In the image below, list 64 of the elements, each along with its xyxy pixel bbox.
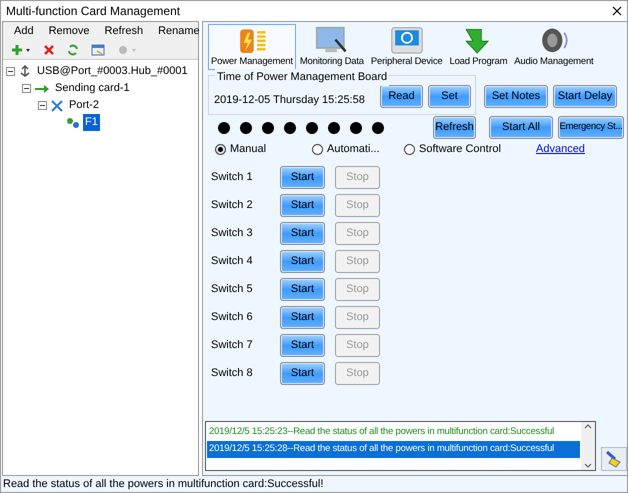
delete-icon[interactable]: [43, 44, 55, 56]
status-text: Read the status of all the powers in multifunction card:Successful!: [3, 476, 324, 492]
time-value: 2019-12-05 Thursday 15:25:58: [214, 92, 365, 108]
menu-item[interactable]: Rename: [158, 23, 200, 40]
start-button[interactable]: Start: [280, 306, 325, 328]
collapse-toggle[interactable]: [6, 67, 15, 76]
switch-label: Switch 5: [210, 282, 254, 297]
read-button[interactable]: Read: [380, 85, 423, 108]
advanced-link[interactable]: Advanced: [536, 141, 585, 158]
start-all-button[interactable]: Start All: [489, 116, 553, 139]
collapse-toggle[interactable]: [22, 84, 31, 93]
log-entry[interactable]: 2019/12/5 15:25:28--Read the status of all the powers in multifunction card:Successful: [207, 441, 580, 458]
log-text: 2019/12/5 15:25:23--Read the status of all the powers in multifunction card:Successful: [209, 425, 554, 440]
switch-label: Switch 6: [210, 310, 254, 325]
tab[interactable]: Power Management: [208, 24, 296, 70]
menu-item[interactable]: Refresh: [104, 23, 144, 40]
tree-item[interactable]: Sending card-1: [53, 80, 132, 97]
emergency-stop-button[interactable]: Emergency St...: [558, 116, 624, 139]
tab[interactable]: Load Program: [446, 24, 510, 70]
tree-item[interactable]: USB@Port_#0003.Hub_#0001: [35, 63, 190, 80]
start-button[interactable]: Start: [280, 362, 325, 384]
window-title: Multi-function Card Management: [6, 3, 180, 20]
window-icon[interactable]: [91, 44, 105, 56]
start-button[interactable]: Start: [280, 250, 325, 272]
tree-item[interactable]: F1: [83, 114, 100, 131]
set-notes-button[interactable]: Set Notes: [484, 85, 548, 108]
start-button[interactable]: Start: [280, 334, 325, 356]
radio-button[interactable]: [312, 144, 323, 155]
menu-item[interactable]: Remove: [48, 23, 90, 40]
arrow-icon: [34, 82, 50, 94]
tab[interactable]: Audio Management: [511, 24, 596, 70]
clear-log-button[interactable]: [601, 447, 627, 471]
tab[interactable]: Peripheral Device: [368, 24, 446, 70]
add-icon[interactable]: [11, 44, 31, 56]
start-delay-button[interactable]: Start Delay: [553, 85, 617, 108]
scroll-up-icon[interactable]: [584, 423, 592, 429]
radio-label: Software Control: [419, 142, 501, 157]
switch-label: Switch 4: [210, 254, 254, 269]
set-button[interactable]: Set: [428, 85, 471, 108]
scroll-down-icon[interactable]: [584, 463, 592, 469]
menu-item[interactable]: Add: [14, 23, 34, 40]
log-text: 2019/12/5 15:25:28--Read the status of all the powers in multifunction card:Successful: [209, 442, 554, 456]
start-button[interactable]: Start: [280, 194, 325, 216]
switch-label: Switch 3: [210, 226, 254, 241]
radio-label: Manual: [230, 142, 266, 157]
switch-label: Switch 1: [210, 170, 254, 185]
start-button[interactable]: Start: [280, 222, 325, 244]
radio-button[interactable]: [404, 144, 415, 155]
start-button[interactable]: Start: [280, 278, 325, 300]
tab[interactable]: Monitoring Data: [296, 24, 367, 70]
refresh-button[interactable]: Refresh: [433, 116, 476, 139]
radio-label: Automati...: [327, 142, 380, 157]
collapse-toggle[interactable]: [38, 101, 47, 110]
switch-label: Switch 7: [210, 338, 254, 353]
switch-label: Switch 8: [210, 366, 254, 381]
switch-label: Switch 2: [210, 198, 254, 213]
tree-item[interactable]: Port-2: [67, 97, 101, 114]
group-title: Time of Power Management Board: [215, 69, 390, 86]
refresh-icon[interactable]: [67, 44, 79, 56]
scrollbar[interactable]: [581, 422, 595, 470]
radio-button[interactable]: [215, 144, 226, 155]
start-button[interactable]: Start: [280, 166, 325, 188]
close-icon[interactable]: [612, 6, 622, 16]
log-entry[interactable]: 2019/12/5 15:25:23--Read the status of all the powers in multifunction card:Successful: [207, 424, 580, 441]
